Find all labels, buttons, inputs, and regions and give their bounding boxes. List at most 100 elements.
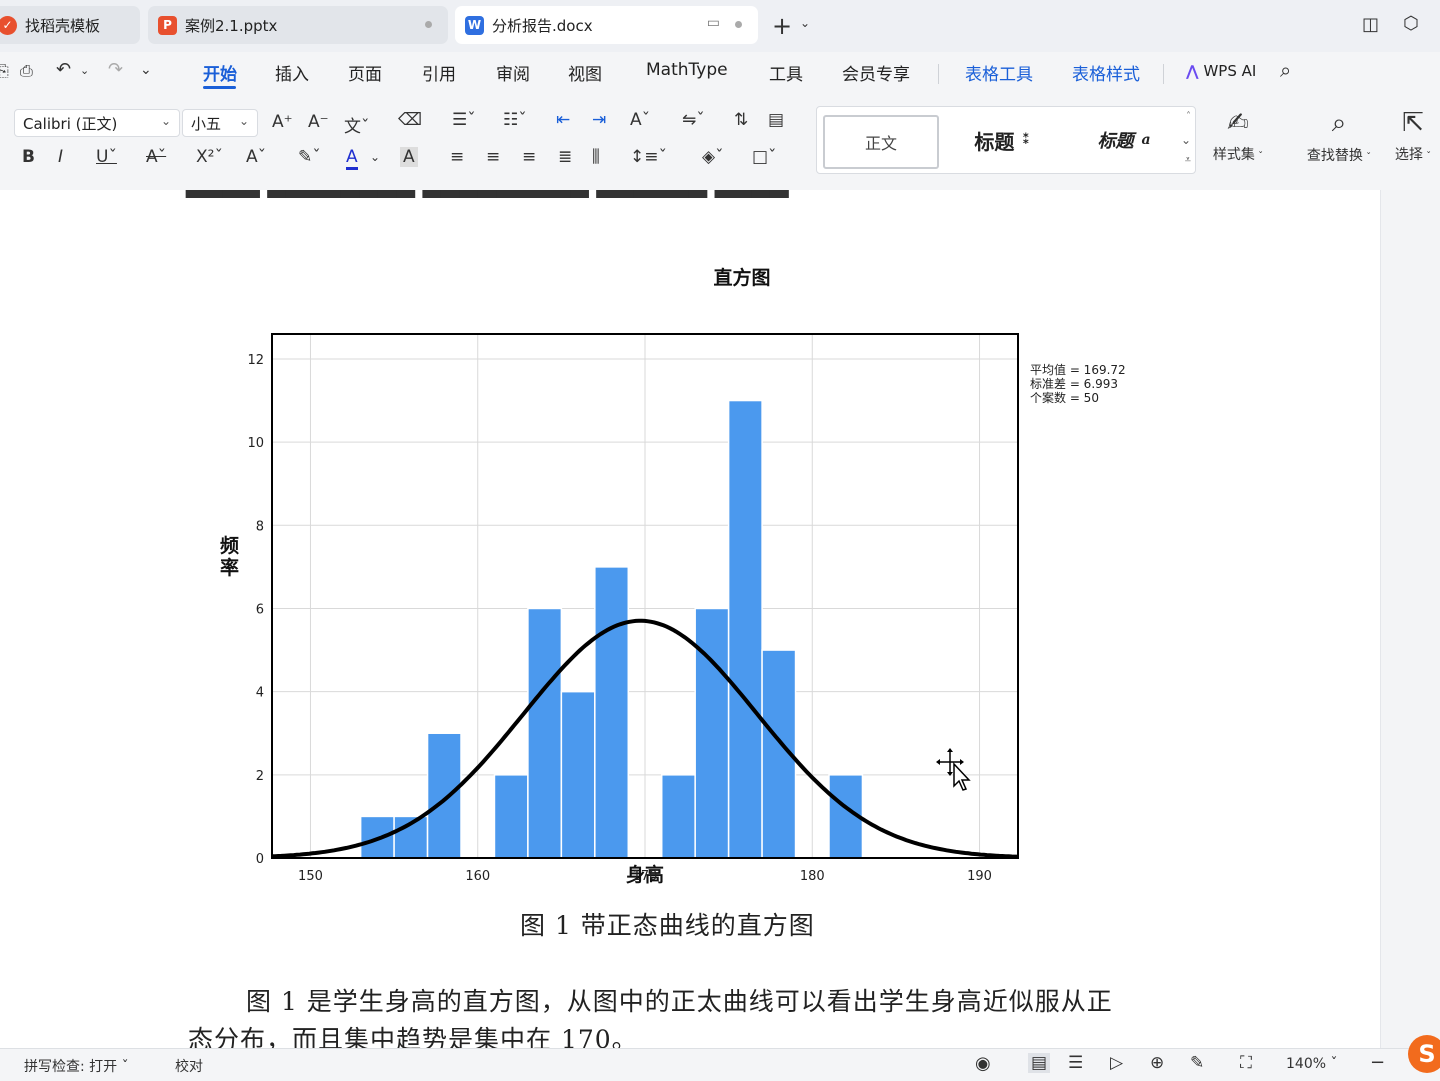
convert-icon[interactable]: ⇋ˇ (682, 110, 705, 130)
menu-mathtype[interactable]: MathType (646, 60, 728, 80)
style-heading1[interactable]: 标题 ⁑ (947, 115, 1057, 165)
menu-view[interactable]: 视图 (568, 60, 602, 85)
pointer-icon: ⇱ (1402, 108, 1424, 138)
distribute-icon[interactable]: ⫼ (592, 147, 600, 167)
menu-home[interactable]: 开始 (203, 60, 237, 85)
histogram-bar (426, 732, 462, 859)
menu-page[interactable]: 页面 (348, 60, 382, 85)
vertical-scrollbar[interactable] (1380, 190, 1440, 1048)
increase-font-icon[interactable]: A⁺ (272, 112, 293, 132)
italic-icon[interactable]: I (58, 147, 63, 167)
highlight-icon[interactable]: ✎ˇ (298, 147, 321, 167)
tab-docx[interactable]: W 分析报告.docx ▭ (455, 6, 758, 44)
gallery-expand-icon[interactable]: ⩡ (1185, 153, 1191, 167)
style-normal[interactable]: 正文 (823, 115, 939, 169)
align-center-icon[interactable]: ≡ (486, 147, 500, 167)
menu-divider (938, 64, 939, 84)
justify-icon[interactable]: ≣ (558, 147, 572, 167)
align-right-icon[interactable]: ≡ (522, 147, 536, 167)
font-size-select[interactable]: 小五 ⌄ (182, 109, 258, 137)
style-set-button[interactable]: ✍ 样式集 ˇ (1206, 108, 1270, 164)
menu-table-tools[interactable]: 表格工具 (965, 60, 1033, 85)
cube-icon[interactable]: ⬡ (1403, 13, 1419, 34)
char-shading-icon[interactable]: A (400, 147, 418, 167)
heading-mark-icon: ⁑ (1022, 132, 1030, 148)
decrease-indent-icon[interactable]: ⇤ (556, 110, 570, 130)
chevron-down-icon[interactable]: ⌄ (140, 62, 152, 78)
zoom-level[interactable]: 140% ˇ (1286, 1056, 1337, 1072)
bullet-list-icon[interactable]: ☰ˇ (452, 110, 476, 130)
spellcheck-toggle[interactable]: 拼写检查: 打开 ˇ (24, 1056, 129, 1076)
decrease-font-icon[interactable]: A⁻ (308, 112, 329, 132)
tab-pptx[interactable]: P 案例2.1.pptx (148, 6, 448, 44)
menu-table-style[interactable]: 表格样式 (1072, 60, 1140, 85)
histogram-bar (594, 566, 630, 859)
clear-format-icon[interactable]: ⌫ (398, 110, 422, 130)
histogram-chart[interactable]: 直方图 频率 身高 150 160 170 180 190024681012 平均值 =… (190, 240, 1160, 900)
unsaved-dot-icon (735, 21, 742, 28)
tab-bar: ✓ 找稻壳模板 P 案例2.1.pptx W 分析报告.docx ▭ + ⌄ ◫… (0, 0, 1440, 52)
underline-icon[interactable]: Uˇ (96, 147, 117, 167)
new-tab-icon[interactable]: + (772, 12, 792, 40)
bold-icon[interactable]: B (22, 147, 35, 167)
font-size-value: 小五 (191, 114, 222, 133)
zoom-out-icon[interactable]: − (1370, 1052, 1385, 1073)
align-left-icon[interactable]: ≡ (450, 147, 464, 167)
web-view-icon[interactable]: ⊕ (1150, 1053, 1164, 1073)
fit-window-icon[interactable]: ⛶ (1240, 1053, 1252, 1073)
find-replace-button[interactable]: ⌕ 查找替换 ˇ (1300, 108, 1378, 165)
show-marks-icon[interactable]: ▤ (768, 110, 784, 130)
layout-panel-icon[interactable]: ◫ (1362, 14, 1379, 35)
chevron-down-icon[interactable]: ⌄ (370, 150, 380, 164)
chevron-down-icon: ⌄ (160, 114, 171, 128)
menu-member[interactable]: 会员专享 (842, 60, 910, 85)
tab-label: 案例2.1.pptx (185, 16, 278, 35)
line-spacing-icon[interactable]: ↕≡ˇ (630, 147, 667, 167)
pen-icon[interactable]: ✎ (1190, 1053, 1204, 1073)
print-preview-icon[interactable]: ⎙ (20, 61, 33, 81)
chevron-down-icon[interactable]: ⌄ (800, 16, 810, 30)
redo-icon[interactable]: ↷ (108, 59, 123, 80)
chevron-up-icon[interactable]: ˄ (1186, 111, 1191, 122)
wps-ai-button[interactable]: ⋀ WPS AI (1186, 62, 1256, 80)
outline-view-icon[interactable]: ☰ (1068, 1053, 1083, 1073)
text-effect-icon[interactable]: Aˇ (246, 147, 266, 167)
shading-icon[interactable]: ◈ˇ (702, 147, 724, 167)
y-tick-label: 0 (256, 852, 264, 867)
style-heading2[interactable]: 标题 a (1069, 115, 1179, 165)
increase-indent-icon[interactable]: ⇥ (592, 110, 606, 130)
select-button[interactable]: ⇱ 选择 ˇ (1388, 108, 1438, 164)
superscript-icon[interactable]: X²ˇ (196, 147, 223, 167)
tab-docer-templates[interactable]: ✓ 找稻壳模板 (0, 6, 140, 44)
border-icon[interactable]: □ˇ (752, 147, 777, 167)
clipped-previous-line: ▄▄▄▄ ▄▄▄▄▄▄▄▄ ▄▄▄▄▄▄▄▄▄ ▄▄▄▄▄▄ ▄▄▄▄ (186, 190, 789, 198)
proofread-button[interactable]: 校对 (175, 1056, 203, 1076)
play-icon[interactable]: ▷ (1110, 1053, 1123, 1073)
font-color-icon[interactable]: A (346, 147, 358, 170)
menu-insert[interactable]: 插入 (275, 60, 309, 85)
phonetic-guide-icon[interactable]: 文ˇ (344, 112, 370, 137)
menu-references[interactable]: 引用 (422, 60, 456, 85)
chevron-down-icon: ⌄ (238, 114, 249, 128)
monitor-icon[interactable]: ▭ (707, 15, 720, 31)
numbered-list-icon[interactable]: ☷ˇ (503, 110, 527, 130)
font-name-select[interactable]: Calibri (正文) ⌄ (14, 109, 180, 137)
sogou-ime-icon[interactable]: S (1408, 1035, 1440, 1073)
search-icon[interactable]: ⌕ (1280, 58, 1291, 82)
eye-icon[interactable]: ◉ (975, 1053, 991, 1074)
stats-line: 标准差 = 6.993 (1030, 377, 1118, 391)
chevron-down-icon[interactable]: ⌄ (1181, 133, 1191, 147)
wps-ai-icon: ⋀ (1186, 62, 1199, 80)
save-icon[interactable]: ⎘ (0, 61, 9, 81)
document-page[interactable]: ▄▄▄▄ ▄▄▄▄▄▄▄▄ ▄▄▄▄▄▄▄▄▄ ▄▄▄▄▄▄ ▄▄▄▄ 直方图 … (0, 190, 1380, 1048)
text-direction-icon[interactable]: Aˇ (630, 110, 650, 130)
sort-icon[interactable]: ⇅ (734, 110, 748, 130)
page-view-icon[interactable]: ▤ (1028, 1053, 1051, 1073)
strikethrough-icon[interactable]: Aˇ (146, 147, 166, 167)
chevron-down-icon[interactable]: ⌄ (80, 64, 89, 77)
ppt-file-icon: P (158, 15, 177, 35)
font-name-value: Calibri (正文) (23, 114, 118, 133)
menu-review[interactable]: 审阅 (496, 60, 530, 85)
menu-tools[interactable]: 工具 (769, 60, 803, 85)
undo-icon[interactable]: ↶ (56, 59, 71, 80)
